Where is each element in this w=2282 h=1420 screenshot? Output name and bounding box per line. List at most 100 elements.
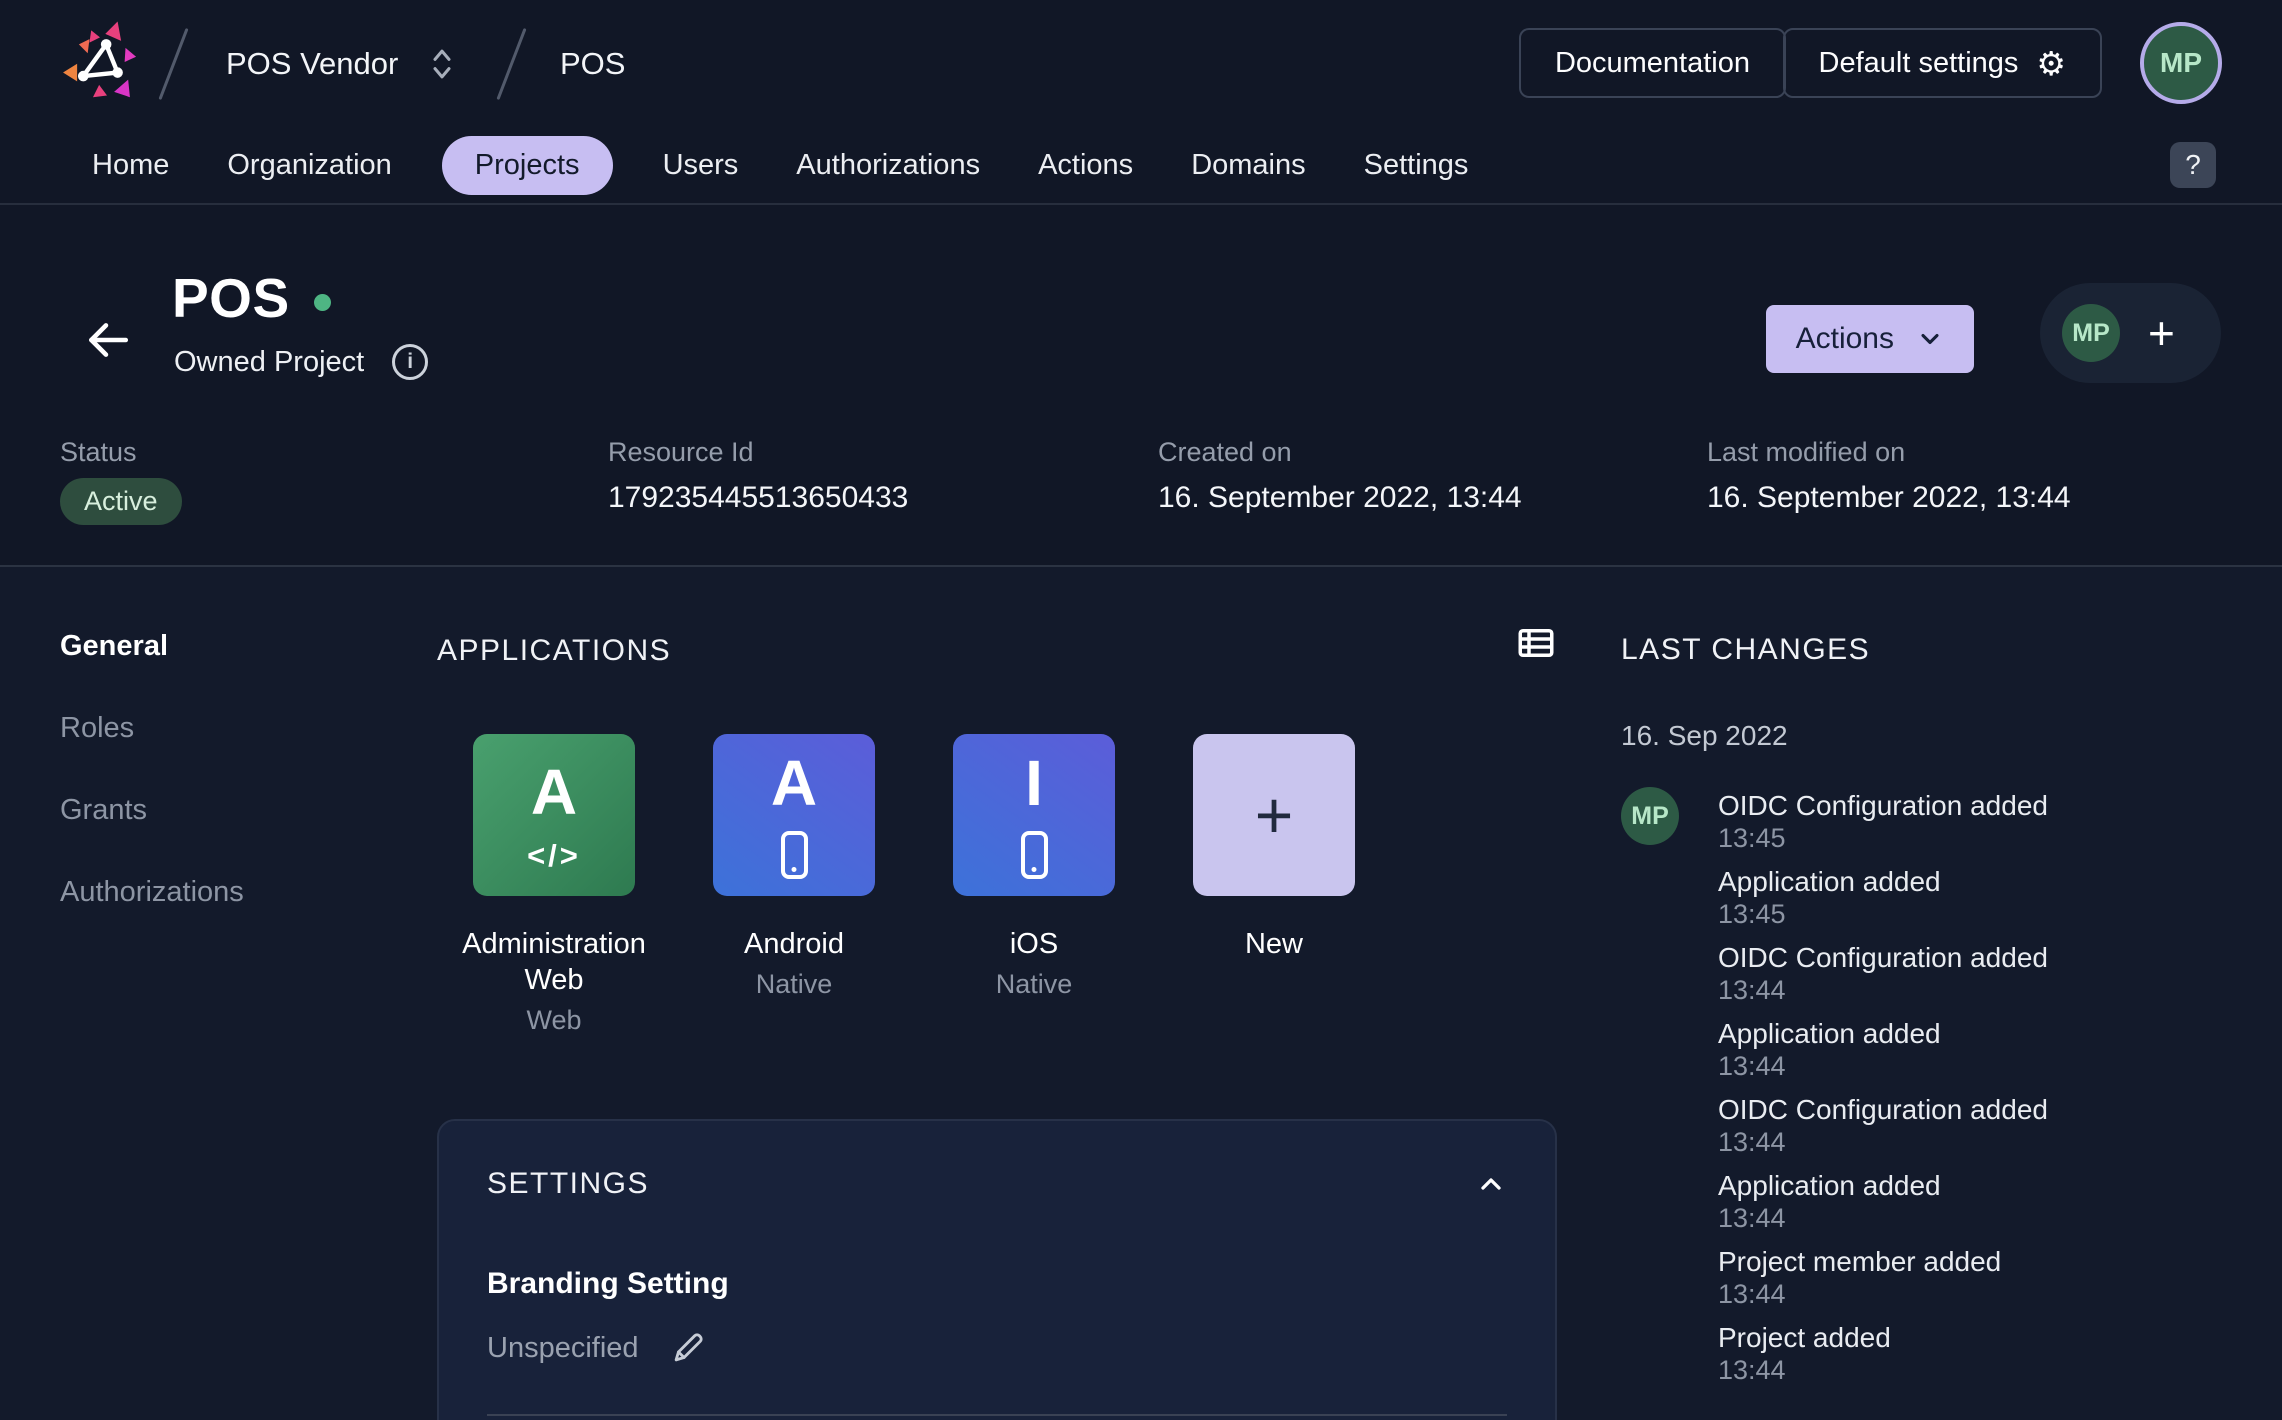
org-switcher[interactable]: POS Vendor <box>226 0 456 127</box>
main-content: APPLICATIONS A </> Administration Web We… <box>437 622 1557 1420</box>
project-members-pill[interactable]: MP + <box>2040 283 2221 383</box>
header-divider <box>0 565 2282 567</box>
phone-icon <box>780 831 808 879</box>
settings-title: SETTINGS <box>487 1167 650 1200</box>
change-event: OIDC Configuration added 13:44 <box>1718 1093 2261 1158</box>
meta-created: Created on 16. September 2022, 13:44 <box>1158 437 1522 515</box>
zitadel-logo-icon[interactable] <box>56 18 144 106</box>
main-nav: Home Organization Projects Users Authori… <box>0 127 2282 205</box>
chevron-down-icon <box>1921 333 1939 345</box>
tab-organization[interactable]: Organization <box>227 149 391 182</box>
sidebar-item-grants[interactable]: Grants <box>60 793 244 827</box>
project-title: POS <box>172 267 290 329</box>
tab-projects[interactable]: Projects <box>441 135 613 195</box>
applications-title: APPLICATIONS <box>437 634 672 667</box>
app-tile-ios[interactable]: I <box>953 734 1115 896</box>
top-bar: POS Vendor POS Documentation Default set… <box>0 0 2282 127</box>
help-button[interactable]: ? <box>2170 142 2216 188</box>
app-type-label: Native <box>755 969 833 999</box>
event-title: OIDC Configuration added <box>1718 790 2048 821</box>
actions-dropdown-button[interactable]: Actions <box>1765 305 1974 373</box>
tab-settings[interactable]: Settings <box>1364 149 1469 182</box>
app-initial: A <box>770 747 818 819</box>
edit-button[interactable] <box>669 1329 707 1367</box>
new-app-tile[interactable]: + <box>1193 734 1355 896</box>
documentation-label: Documentation <box>1554 46 1750 79</box>
resource-id-value: 179235445513650433 <box>608 481 909 514</box>
documentation-button[interactable]: Documentation <box>1518 28 1786 98</box>
default-settings-button[interactable]: Default settings ⚙ <box>1782 28 2102 98</box>
change-event: OIDC Configuration added 13:45 <box>1718 789 2261 854</box>
event-title: Application added <box>1718 1170 1941 1201</box>
last-changes-title: LAST CHANGES <box>1621 633 1871 666</box>
event-title: Application added <box>1718 866 1941 897</box>
event-title: Project member added <box>1718 1246 2002 1277</box>
event-title: OIDC Configuration added <box>1718 1094 2048 1125</box>
view-toggle-button[interactable] <box>1515 622 1557 664</box>
collapse-button[interactable] <box>1475 1168 1507 1200</box>
event-title: Application added <box>1718 1018 1941 1049</box>
change-event: Project added 13:44 <box>1718 1321 2261 1386</box>
app-card-ios: I iOS Native <box>914 734 1154 1036</box>
app-initial: I <box>1025 747 1043 819</box>
user-avatar[interactable]: MP <box>2140 22 2222 104</box>
app-type-label: Native <box>995 969 1073 999</box>
event-time: 13:44 <box>1718 1203 1786 1233</box>
app-initial: A <box>530 755 578 828</box>
tab-home[interactable]: Home <box>92 149 169 182</box>
tab-users[interactable]: Users <box>663 149 739 182</box>
plus-icon: + <box>1254 778 1294 852</box>
back-button[interactable] <box>82 314 134 366</box>
sidebar-item-authorizations[interactable]: Authorizations <box>60 875 244 909</box>
tab-authorizations[interactable]: Authorizations <box>796 149 980 182</box>
breadcrumb-org-name: POS Vendor <box>226 45 399 81</box>
member-avatar: MP <box>2062 304 2120 362</box>
sidebar-item-roles[interactable]: Roles <box>60 711 244 745</box>
app-name: New <box>1244 928 1303 960</box>
app-window: POS Vendor POS Documentation Default set… <box>0 0 2282 1420</box>
page-title-row: POS <box>172 266 331 330</box>
resource-id-label: Resource Id <box>608 437 754 467</box>
phone-icon <box>1020 831 1048 879</box>
tab-domains[interactable]: Domains <box>1191 149 1305 182</box>
info-icon[interactable]: i <box>392 344 429 380</box>
settings-header: SETTINGS <box>487 1167 1507 1201</box>
status-badge: Active <box>60 478 182 525</box>
event-time: 13:44 <box>1718 1355 1786 1385</box>
event-time: 13:44 <box>1718 1279 1786 1309</box>
app-tile-administration-web[interactable]: A </> <box>473 734 635 896</box>
gear-icon: ⚙ <box>2036 44 2066 82</box>
event-title: OIDC Configuration added <box>1718 942 2048 973</box>
add-member-icon[interactable]: + <box>2148 310 2175 356</box>
event-time: 13:45 <box>1718 899 1786 929</box>
app-name: Android <box>744 928 844 960</box>
section-sidebar: General Roles Grants Authorizations <box>60 629 244 957</box>
change-event: Project member added 13:44 <box>1718 1245 2261 1310</box>
event-time: 13:44 <box>1718 975 1786 1005</box>
applications-header: APPLICATIONS <box>437 622 1557 668</box>
settings-card: SETTINGS Branding Setting Unspecified <box>437 1119 1557 1420</box>
actions-label: Actions <box>1795 322 1894 355</box>
default-settings-label: Default settings <box>1818 46 2019 79</box>
status-label: Status <box>60 437 137 467</box>
project-type-label: Owned Project <box>174 345 365 378</box>
card-divider <box>487 1414 1507 1416</box>
pencil-icon <box>674 1333 703 1362</box>
tab-actions[interactable]: Actions <box>1038 149 1133 182</box>
sidebar-item-general[interactable]: General <box>60 629 244 663</box>
app-card-new: + New <box>1154 734 1394 1036</box>
app-tile-android[interactable]: A <box>713 734 875 896</box>
breadcrumb-project-name[interactable]: POS <box>560 0 625 127</box>
meta-resource-id: Resource Id 179235445513650433 <box>608 437 908 515</box>
applications-grid: A </> Administration Web Web A Android N… <box>434 734 1394 1036</box>
change-event: Application added 13:44 <box>1718 1017 2261 1082</box>
app-card-android: A Android Native <box>674 734 914 1036</box>
page-subtitle-row: Owned Project i <box>174 344 429 380</box>
event-time: 13:45 <box>1718 823 1786 853</box>
code-icon: </> <box>527 837 581 873</box>
meta-status: Status Active <box>60 437 182 525</box>
app-card-administration-web: A </> Administration Web Web <box>434 734 674 1036</box>
app-type-label: Web <box>526 1005 582 1035</box>
last-changes-panel: LAST CHANGES 16. Sep 2022 MP OIDC Config… <box>1621 633 2261 1397</box>
change-event: Application added 13:45 <box>1718 865 2261 930</box>
